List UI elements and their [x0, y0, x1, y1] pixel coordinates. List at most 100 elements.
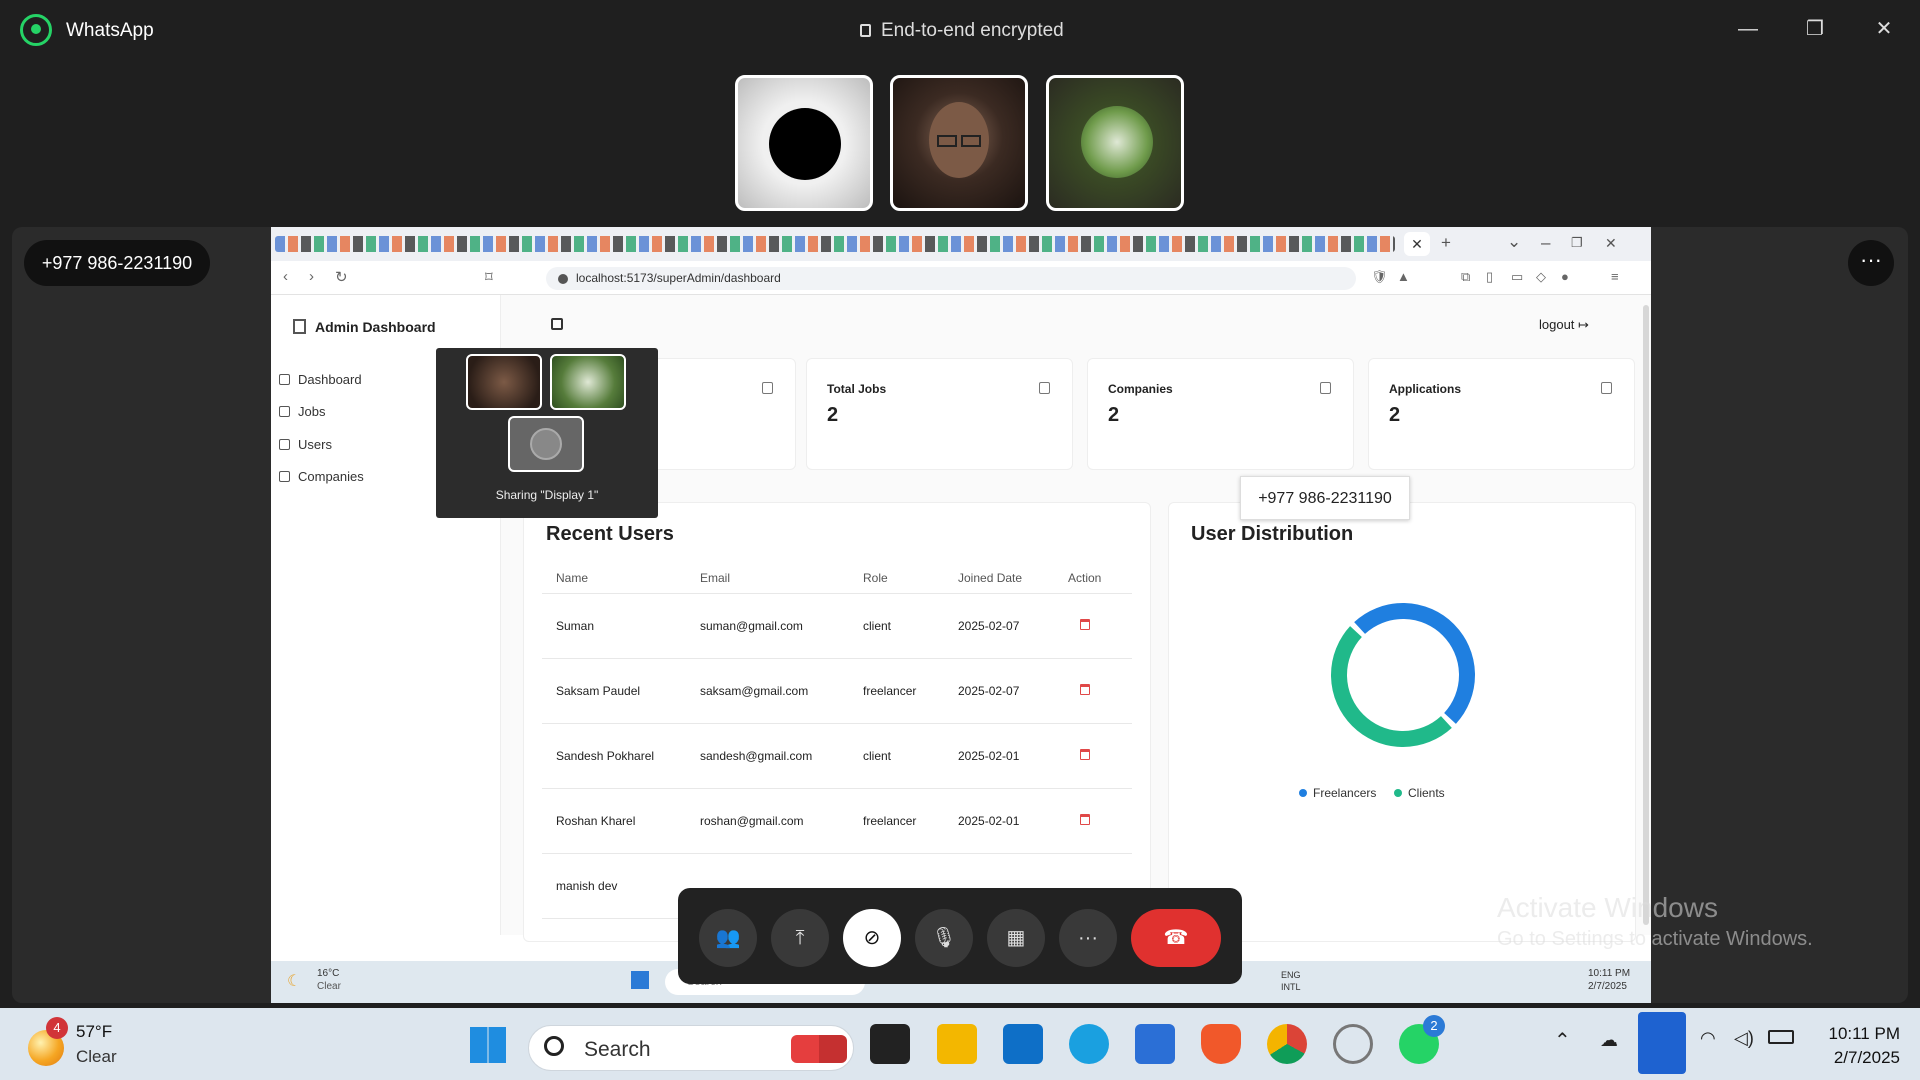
stat-value: 2 — [1108, 404, 1120, 426]
stat-value: 2 — [1389, 404, 1401, 426]
building-icon — [1320, 382, 1331, 394]
pinned-tabs-strip[interactable] — [275, 236, 1395, 252]
layout-button[interactable]: ▦ — [987, 909, 1045, 967]
table-row: Saksam Paudel saksam@gmail.com freelancer 2… — [542, 658, 1132, 724]
logout-button[interactable]: logout ↦ — [1539, 317, 1589, 333]
table-row: Roshan Kharel roshan@gmail.com freelancer 2… — [542, 788, 1132, 854]
sidebar-toggle-icon[interactable] — [551, 318, 563, 330]
cell-name: Sandesh Pokharel — [542, 723, 686, 789]
battery-icon[interactable] — [1768, 1030, 1794, 1044]
task-view-icon[interactable] — [870, 1024, 910, 1064]
cloud-icon[interactable]: ☁ — [1600, 1030, 1618, 1051]
clock-time: 10:11 PM — [1828, 1024, 1900, 1043]
whatsapp-badge: 2 — [1423, 1015, 1445, 1037]
weather-condition: Clear — [76, 1047, 117, 1066]
trash-icon[interactable] — [1080, 748, 1090, 760]
file-explorer-icon[interactable] — [937, 1024, 977, 1064]
sidebar-item-label: Jobs — [298, 404, 326, 419]
trash-icon[interactable] — [1080, 618, 1090, 630]
url-field[interactable]: localhost:5173/superAdmin/dashboard — [546, 267, 1356, 290]
edge-icon[interactable] — [1069, 1024, 1109, 1064]
browser-close[interactable]: ✕ — [1605, 235, 1617, 252]
profile-icon[interactable]: ● — [1561, 269, 1569, 284]
call-controls: 👥 ⤒ ⊘ 🎙 ▦ ··· ☎ — [678, 888, 1242, 984]
clock[interactable]: 10:11 PM 2/7/2025 — [1800, 1022, 1900, 1070]
taskbar-search-box[interactable]: Search — [528, 1025, 854, 1071]
legend-label: Freelancers — [1313, 786, 1377, 800]
end-call-button[interactable]: ☎ — [1131, 909, 1221, 967]
more-controls-button[interactable]: ··· — [1059, 909, 1117, 967]
bookmark-icon[interactable]: ⌑ — [485, 268, 493, 286]
participant-thumbnail-remote[interactable] — [1046, 75, 1184, 211]
column-header: Action — [1054, 563, 1132, 594]
browser-restore[interactable]: ❐ — [1571, 235, 1583, 251]
participant-thumbnail-camera[interactable] — [890, 75, 1028, 211]
search-placeholder: Search — [584, 1038, 651, 1061]
wifi-icon[interactable]: ◠ — [1700, 1028, 1716, 1049]
forward-button[interactable]: › — [309, 268, 314, 285]
cell-email: suman@gmail.com — [686, 593, 849, 659]
browser-tab-bar: ✕ + ⌄ – ❐ ✕ — [271, 227, 1651, 261]
person-icon — [530, 428, 562, 460]
cell-role: freelancer — [849, 788, 944, 854]
restore-button[interactable]: ❐ — [1795, 12, 1835, 46]
cell-name: Roshan Kharel — [542, 788, 686, 854]
chrome-icon[interactable] — [1267, 1024, 1307, 1064]
vscode-icon[interactable] — [1003, 1024, 1043, 1064]
legend-clients: Clients — [1394, 786, 1445, 800]
wallet-icon[interactable]: ▭ — [1511, 269, 1523, 285]
brave-icon[interactable] — [1201, 1024, 1241, 1064]
store-icon[interactable] — [1135, 1024, 1175, 1064]
new-tab-button[interactable]: + — [1441, 233, 1451, 253]
cell-role: freelancer — [849, 658, 944, 724]
windows-start-icon[interactable] — [470, 1027, 506, 1063]
participants-button[interactable]: 👥 — [699, 909, 757, 967]
participant-thumbnail-self[interactable] — [735, 75, 873, 211]
rewards-icon[interactable]: ▲ — [1397, 269, 1410, 284]
minimize-button[interactable]: — — [1728, 12, 1768, 46]
cell-action — [1054, 723, 1132, 789]
users-icon — [279, 439, 290, 450]
app-icon[interactable] — [1333, 1024, 1373, 1064]
close-button[interactable]: ✕ — [1864, 12, 1904, 46]
users-icon — [762, 382, 773, 394]
windows-start-icon[interactable] — [631, 971, 649, 989]
trash-icon[interactable] — [1080, 813, 1090, 825]
encryption-text: End-to-end encrypted — [881, 20, 1064, 41]
legend-label: Clients — [1408, 786, 1445, 800]
share-screen-button[interactable]: ⤒ — [771, 909, 829, 967]
windows-taskbar: 4 57°F Clear Search 2 ⌃ ☁ ◠ ◁) 10:11 PM … — [0, 1008, 1920, 1080]
show-hidden-icons[interactable]: ⌃ — [1554, 1028, 1571, 1053]
extensions-icon[interactable]: ⧉ — [1461, 269, 1470, 285]
table-header-row: Name Email Role Joined Date Action — [542, 563, 1132, 594]
mic-toggle-button[interactable]: 🎙 — [915, 909, 973, 967]
microphone-icon[interactable] — [1638, 1012, 1686, 1074]
cell-action — [1054, 593, 1132, 659]
brave-shield-icon[interactable]: 🛡 — [1371, 269, 1388, 285]
video-toggle-button[interactable]: ⊘ — [843, 909, 901, 967]
tab-close-button[interactable]: ✕ — [1404, 232, 1430, 256]
browser-minimize[interactable]: – — [1541, 233, 1550, 253]
vpn-icon[interactable]: ◇ — [1536, 269, 1546, 285]
avatar — [1081, 106, 1153, 178]
weather-temp: 16°C — [317, 968, 340, 979]
menu-icon[interactable]: ≡ — [1611, 269, 1619, 284]
more-options-button[interactable]: ··· — [1848, 240, 1894, 286]
remote-number-label: +977 986-2231190 — [24, 240, 210, 286]
cell-name: Suman — [542, 593, 686, 659]
volume-icon[interactable]: ◁) — [1734, 1028, 1754, 1049]
weather-temp: 57°F — [76, 1022, 113, 1041]
scrollbar[interactable] — [1643, 305, 1649, 925]
sidebar-icon[interactable]: ▯ — [1486, 269, 1493, 285]
back-button[interactable]: ‹ — [283, 268, 288, 285]
recent-users-table: Name Email Role Joined Date Action Suman… — [542, 563, 1132, 919]
reload-button[interactable]: ↻ — [335, 268, 348, 286]
chevron-down-icon[interactable]: ⌄ — [1507, 232, 1521, 252]
cell-email: sandesh@gmail.com — [686, 723, 849, 789]
sidebar-item-label: Dashboard — [298, 372, 362, 387]
table-row: Sandesh Pokharel sandesh@gmail.com client 2… — [542, 723, 1132, 789]
stat-value: 2 — [827, 404, 839, 426]
panel-title: Recent Users — [546, 523, 674, 545]
column-header: Name — [542, 563, 686, 594]
trash-icon[interactable] — [1080, 683, 1090, 695]
